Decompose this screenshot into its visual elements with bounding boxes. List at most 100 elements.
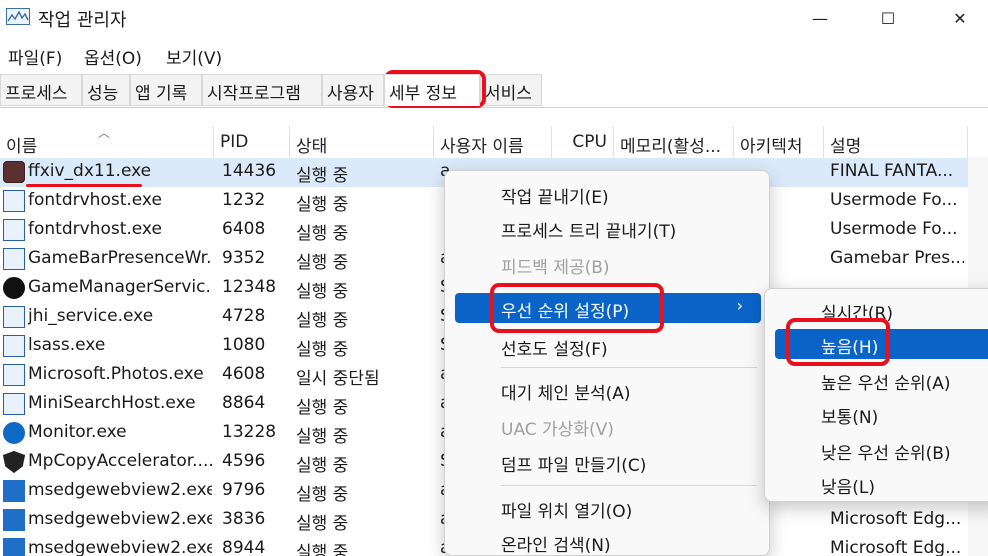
cell-pid: 8944 (222, 538, 266, 556)
tab-startup[interactable]: 시작프로그램 (202, 74, 322, 106)
cell-pid: 4608 (222, 364, 266, 384)
cell-pid: 1232 (222, 190, 266, 210)
menu-file[interactable]: 파일(F) (8, 44, 62, 69)
column-header-memory[interactable]: 메모리(활성... (614, 126, 734, 158)
column-header-status[interactable]: 상태 (290, 126, 434, 158)
menu-view[interactable]: 보기(V) (166, 44, 222, 69)
window-icon (3, 219, 25, 241)
cell-pid: 4596 (222, 451, 266, 471)
cell-status: 실행 중 (296, 340, 349, 360)
cell-name: lsass.exe (28, 335, 106, 355)
menu-set-affinity[interactable]: 선호도 설정(F) (455, 331, 761, 361)
menu-separator (501, 485, 757, 486)
menu-uac-virtualization[interactable]: UAC 가상화(V) (455, 411, 761, 441)
menu-open-file-location[interactable]: 파일 위치 열기(O) (455, 493, 761, 523)
cell-status: 실행 중 (296, 166, 349, 186)
cell-name: msedgewebview2.exe (28, 509, 212, 529)
priority-below-normal[interactable]: 낮은 우선 순위(B) (775, 435, 988, 465)
tab-services[interactable]: 서비스 (480, 74, 542, 106)
cell-status: 실행 중 (296, 253, 349, 273)
tab-bar: 프로세스 성능 앱 기록 시작프로그램 사용자 세부 정보 서비스 (0, 72, 988, 108)
cell-name: Microsoft.Photos.exe (28, 364, 204, 384)
cell-name: fontdrvhost.exe (28, 190, 162, 210)
edge-icon (3, 480, 25, 502)
minimize-button[interactable]: — (792, 0, 848, 36)
cell-pid: 1080 (222, 335, 266, 355)
window-icon (3, 190, 25, 212)
cell-status: 실행 중 (296, 543, 349, 556)
cell-name: msedgewebview2.exe (28, 480, 212, 500)
priority-above-normal[interactable]: 높은 우선 순위(A) (775, 365, 988, 395)
column-header-architecture[interactable]: 아키텍처 (734, 126, 824, 158)
column-header-pid[interactable]: PID (214, 126, 290, 158)
column-header-description[interactable]: 설명 (824, 126, 968, 158)
cell-pid: 6408 (222, 219, 266, 239)
cell-pid: 13228 (222, 422, 277, 442)
cell-status: 실행 중 (296, 311, 349, 331)
close-button[interactable]: ✕ (932, 0, 988, 36)
cell-name: GameBarPresenceWr... (28, 248, 212, 268)
column-header-user[interactable]: 사용자 이름 (434, 126, 552, 158)
cell-pid: 12348 (222, 277, 277, 297)
cell-status: 실행 중 (296, 398, 349, 418)
cell-name: msedgewebview2.exe (28, 538, 212, 556)
cell-description: Microsoft Edg... (830, 509, 962, 529)
edge-icon (3, 538, 25, 556)
menu-feedback[interactable]: 피드백 제공(B) (455, 249, 761, 279)
tab-details[interactable]: 세부 정보 (384, 74, 480, 106)
cell-description: Usermode Fo... (830, 219, 958, 239)
cell-description: Usermode Fo... (830, 190, 958, 210)
chevron-right-icon: › (736, 296, 743, 315)
cell-status: 실행 중 (296, 195, 349, 215)
priority-high[interactable]: 높음(H) (775, 329, 988, 359)
menu-create-dump[interactable]: 덤프 파일 만들기(C) (455, 447, 761, 477)
window-icon (3, 248, 25, 270)
razer-icon (3, 277, 25, 299)
cell-status: 실행 중 (296, 427, 349, 447)
window-icon (3, 364, 25, 386)
column-header-name[interactable]: 이름 (0, 126, 214, 158)
cell-description: Gamebar Pres... (830, 248, 964, 268)
title-bar: 작업 관리자 — ☐ ✕ (0, 0, 988, 36)
cell-status: 실행 중 (296, 224, 349, 244)
menu-analyze-wait-chain[interactable]: 대기 체인 분석(A) (455, 375, 761, 405)
cell-pid: 14436 (222, 161, 277, 181)
priority-realtime[interactable]: 실시간(R) (775, 295, 988, 325)
monitor-icon (3, 422, 25, 444)
tab-processes[interactable]: 프로세스 (0, 74, 82, 106)
edge-icon (3, 509, 25, 531)
cell-pid: 9796 (222, 480, 266, 500)
column-header-cpu[interactable]: CPU (552, 126, 614, 158)
priority-low[interactable]: 낮음(L) (775, 469, 988, 499)
cell-description: FINAL FANTA... (830, 161, 954, 181)
cell-status: 일시 중단됨 (296, 369, 380, 389)
menu-end-process-tree[interactable]: 프로세스 트리 끝내기(T) (455, 213, 761, 243)
cell-pid: 4728 (222, 306, 266, 326)
priority-normal[interactable]: 보통(N) (775, 399, 988, 429)
cell-status: 실행 중 (296, 456, 349, 476)
cell-name: GameManagerServic... (28, 277, 212, 297)
cell-status: 실행 중 (296, 485, 349, 505)
cell-status: 실행 중 (296, 514, 349, 534)
tab-users[interactable]: 사용자 (322, 74, 384, 106)
menu-search-online[interactable]: 온라인 검색(N) (455, 527, 761, 556)
cell-pid: 8864 (222, 393, 266, 413)
cell-pid: 9352 (222, 248, 266, 268)
cell-name: Monitor.exe (28, 422, 127, 442)
menu-end-task[interactable]: 작업 끝내기(E) (455, 179, 761, 209)
window-icon (3, 306, 25, 328)
window-icon (3, 335, 25, 357)
menu-set-priority[interactable]: 우선 순위 설정(P) › (455, 293, 761, 323)
priority-submenu: 실시간(R) 높음(H) 높은 우선 순위(A) 보통(N) 낮은 우선 순위(… (764, 288, 988, 502)
context-menu: 작업 끝내기(E) 프로세스 트리 끝내기(T) 피드백 제공(B) 우선 순위… (444, 170, 770, 556)
cell-name: fontdrvhost.exe (28, 219, 162, 239)
menu-options[interactable]: 옵션(O) (84, 44, 142, 69)
tab-performance[interactable]: 성능 (82, 74, 130, 106)
window-title: 작업 관리자 (38, 10, 127, 31)
maximize-button[interactable]: ☐ (860, 0, 916, 36)
tab-app-history[interactable]: 앱 기록 (130, 74, 202, 106)
shield-icon (3, 451, 25, 473)
window-icon (3, 393, 25, 415)
menu-separator (501, 367, 757, 368)
cell-name: ffxiv_dx11.exe (28, 161, 152, 181)
